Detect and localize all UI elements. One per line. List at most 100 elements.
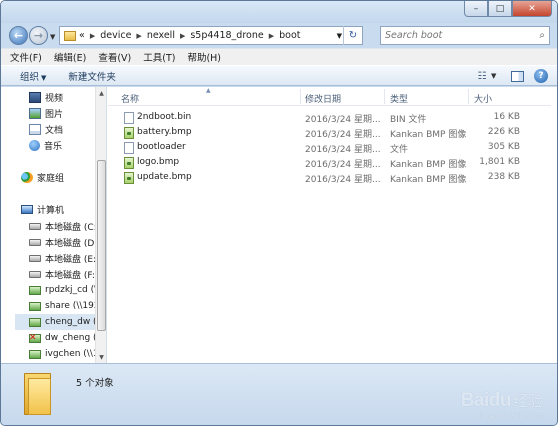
address-bar[interactable]: « ▶ device ▶ nexell ▶ s5p4418_drone ▶ bo…: [59, 26, 363, 45]
breadcrumb-separator-icon[interactable]: ▶: [180, 32, 185, 40]
breadcrumb-s5p4418-drone[interactable]: s5p4418_drone: [190, 30, 263, 41]
nav-item-pictures[interactable]: 图片: [29, 105, 63, 121]
music-icon: [29, 139, 40, 151]
title-bar[interactable]: – □ ✕: [1, 1, 557, 23]
arrow-left-icon: ←: [13, 29, 24, 42]
nav-item-label: cheng_dw (\\: [45, 317, 103, 327]
search-icon[interactable]: ⌕: [539, 30, 545, 41]
close-button[interactable]: ✕: [512, 1, 552, 17]
nav-item-rpdzkj-cd[interactable]: rpdzkj_cd (\\: [29, 282, 100, 298]
menu-edit[interactable]: 编辑(E): [54, 50, 86, 64]
file-row[interactable]: bootloader 2016/3/24 星期... 文件 305 KB: [108, 141, 528, 156]
column-divider[interactable]: [384, 89, 385, 104]
column-header-type[interactable]: 类型: [390, 92, 408, 105]
window-controls: – □ ✕: [464, 1, 552, 18]
file-date: 2016/3/24 星期...: [305, 115, 381, 125]
network-drive-icon: [29, 317, 41, 327]
drive-icon: [29, 222, 41, 230]
scroll-up-icon[interactable]: ▲: [96, 87, 106, 99]
breadcrumb: « ▶ device ▶ nexell ▶ s5p4418_drone ▶ bo…: [79, 30, 301, 41]
nav-item-label: 家庭组: [37, 173, 65, 184]
column-divider[interactable]: [300, 89, 301, 104]
file-name: 2ndboot.bin: [137, 112, 192, 122]
watermark-url: jingyan.baidu.com: [478, 412, 543, 420]
menu-file[interactable]: 文件(F): [10, 50, 42, 64]
drive-icon: [29, 238, 41, 246]
navigation-scrollbar[interactable]: ▲ ▼: [95, 87, 106, 363]
file-type: 文件: [390, 145, 409, 155]
nav-item-label: 本地磁盘 (C:): [45, 222, 101, 233]
breadcrumb-nexell[interactable]: nexell: [147, 30, 175, 41]
file-size: 226 KB: [487, 127, 520, 137]
scroll-down-icon[interactable]: ▼: [96, 351, 106, 363]
nav-item-videos[interactable]: 视频: [29, 89, 63, 105]
nav-item-share[interactable]: share (\\192.: [29, 298, 102, 314]
file-date: 2016/3/24 星期...: [305, 130, 381, 140]
nav-item-label: 本地磁盘 (D:): [45, 238, 101, 249]
watermark: Baidu 经验 jingyan.baidu.com: [461, 390, 543, 420]
nav-item-homegroup[interactable]: 家庭组: [21, 169, 64, 185]
breadcrumb-boot[interactable]: boot: [279, 30, 300, 41]
nav-item-drive-c[interactable]: 本地磁盘 (C:): [29, 218, 100, 234]
forward-button[interactable]: →: [29, 26, 48, 45]
nav-item-drive-d[interactable]: 本地磁盘 (D:): [29, 234, 101, 250]
network-drive-icon: [29, 285, 41, 295]
nav-item-label: 音乐: [44, 141, 63, 152]
view-options-dropdown[interactable]: ▼: [491, 72, 503, 80]
file-list: ▲ 名称 修改日期 类型 大小 2ndboot.bin 2016/3/24 星期…: [108, 87, 551, 363]
nav-item-label: dw_cheng (\\: [45, 333, 103, 343]
maximize-button[interactable]: □: [488, 1, 512, 17]
back-button[interactable]: ←: [9, 26, 28, 45]
drive-icon: [29, 270, 41, 278]
menu-view[interactable]: 查看(V): [98, 50, 131, 64]
organize-button[interactable]: 组织 ▼: [20, 69, 46, 83]
refresh-button[interactable]: ↻: [343, 26, 362, 45]
menu-help[interactable]: 帮助(H): [187, 50, 221, 64]
column-header-size[interactable]: 大小: [474, 92, 492, 105]
nav-item-label: 本地磁盘 (E:): [45, 254, 100, 265]
file-row[interactable]: 2ndboot.bin 2016/3/24 星期... BIN 文件 16 KB: [108, 111, 528, 126]
nav-item-drive-f[interactable]: 本地磁盘 (F:): [29, 266, 98, 282]
command-bar: 组织 ▼ 新建文件夹 ☷ ▼ ?: [1, 65, 557, 86]
column-divider[interactable]: [468, 89, 469, 104]
column-header-date[interactable]: 修改日期: [305, 92, 341, 105]
file-row[interactable]: logo.bmp 2016/3/24 星期... Kankan BMP 图像 1…: [108, 156, 528, 171]
nav-item-label: 图片: [45, 109, 64, 120]
column-header-name[interactable]: 名称: [121, 92, 139, 105]
search-input[interactable]: [385, 30, 525, 41]
nav-item-computer[interactable]: 计算机: [21, 201, 64, 217]
file-row[interactable]: battery.bmp 2016/3/24 星期... Kankan BMP 图…: [108, 126, 528, 141]
new-folder-button[interactable]: 新建文件夹: [68, 69, 116, 83]
minimize-button[interactable]: –: [464, 1, 488, 17]
file-row[interactable]: update.bmp 2016/3/24 星期... Kankan BMP 图像…: [108, 171, 528, 186]
nav-item-documents[interactable]: 文档: [29, 121, 63, 137]
change-view-icon[interactable]: ☷: [473, 71, 491, 82]
nav-item-label: 本地磁盘 (F:): [45, 270, 99, 281]
nav-item-label: 视频: [45, 93, 64, 104]
preview-pane-icon[interactable]: [511, 70, 524, 82]
chevron-down-icon: ▼: [336, 32, 342, 40]
nav-item-label: 文档: [45, 125, 64, 136]
address-history-dropdown[interactable]: ▼: [337, 32, 342, 40]
nav-item-ivgchen[interactable]: ivgchen (\\19: [29, 346, 104, 362]
scrollbar-thumb[interactable]: [97, 160, 106, 331]
navigation-row: ← → ▼ « ▶ device ▶ nexell ▶ s5p4418_dron…: [1, 23, 557, 47]
nav-item-music[interactable]: 音乐: [29, 137, 62, 153]
view-controls: ☷ ▼ ?: [473, 66, 557, 86]
nav-item-drive-e[interactable]: 本地磁盘 (E:): [29, 250, 100, 266]
nav-item-dw-cheng[interactable]: dw_cheng (\\: [29, 330, 103, 346]
breadcrumb-separator-icon[interactable]: ▶: [269, 32, 274, 40]
folder-front: [28, 378, 51, 415]
breadcrumb-separator-icon[interactable]: ▶: [136, 32, 141, 40]
column-headers: ▲ 名称 修改日期 类型 大小: [108, 87, 551, 106]
help-icon[interactable]: ?: [534, 69, 548, 83]
menu-tools[interactable]: 工具(T): [143, 50, 175, 64]
nav-item-label: share (\\192.: [45, 301, 103, 311]
breadcrumb-separator-icon[interactable]: ▶: [90, 32, 95, 40]
drive-icon: [29, 254, 41, 262]
picture-icon: [29, 107, 41, 119]
breadcrumb-device[interactable]: device: [100, 30, 131, 41]
recent-pages-dropdown[interactable]: ▼: [50, 33, 55, 41]
nav-item-cheng-dw[interactable]: cheng_dw (\\: [15, 314, 103, 330]
breadcrumb-overflow[interactable]: «: [79, 30, 85, 41]
